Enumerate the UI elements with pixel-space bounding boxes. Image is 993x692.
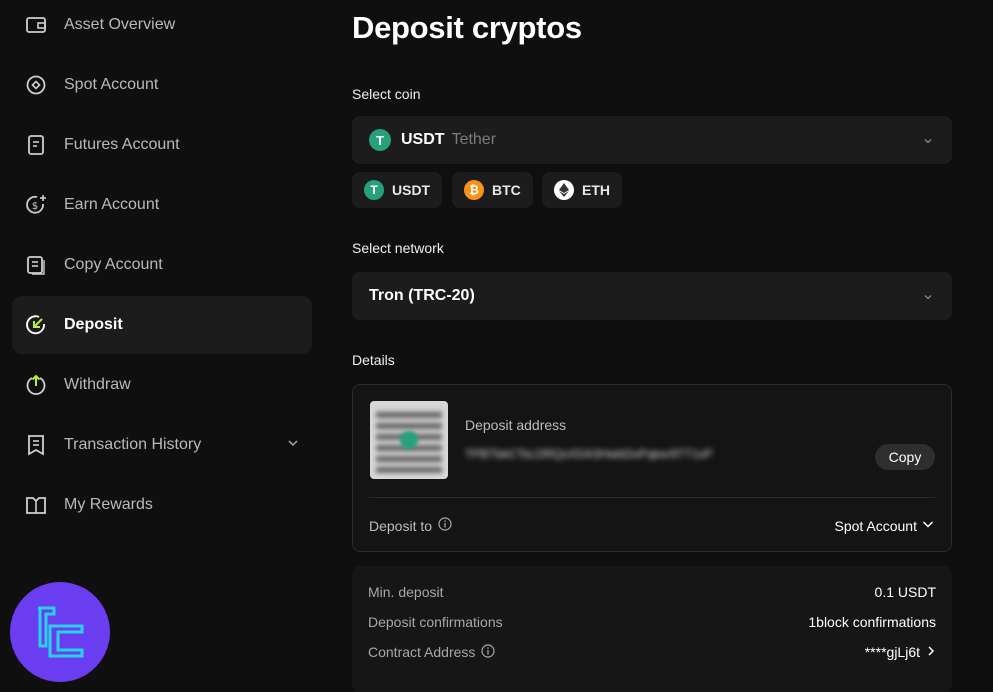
select-network-label: Select network: [352, 240, 444, 256]
svg-text:$: $: [32, 201, 38, 212]
sidebar-item-label: Withdraw: [64, 376, 131, 393]
contract-address-link[interactable]: ****gjLj6t: [865, 644, 936, 661]
usdt-icon: T: [364, 180, 384, 200]
contract-address-value: ****gjLj6t: [864, 644, 920, 660]
sidebar-item-earn-account[interactable]: $ Earn Account: [12, 176, 312, 234]
min-deposit-value: 0.1 USDT: [874, 584, 936, 600]
rewards-icon: [24, 493, 48, 517]
sidebar-item-label: Copy Account: [64, 256, 163, 273]
divider: [369, 497, 935, 498]
sidebar-item-label: Spot Account: [64, 76, 159, 93]
sidebar-item-asset-overview[interactable]: Asset Overview: [12, 0, 312, 54]
coin-plus-icon: $: [24, 193, 48, 217]
sidebar-item-futures-account[interactable]: Futures Account: [12, 116, 312, 174]
select-coin-label: Select coin: [352, 86, 421, 102]
details-label: Details: [352, 352, 395, 368]
eth-icon: [554, 180, 574, 200]
deposit-to-value: Spot Account: [834, 517, 917, 534]
coin-chip-btc[interactable]: ₿ BTC: [452, 172, 533, 208]
coin-chip-eth[interactable]: ETH: [542, 172, 622, 208]
sidebar-item-label: My Rewards: [64, 496, 153, 513]
deposit-qr-code[interactable]: [370, 401, 448, 479]
info-icon[interactable]: [438, 517, 452, 534]
network-value: Tron (TRC-20): [369, 287, 475, 304]
page-title: Deposit cryptos: [352, 10, 582, 45]
contract-address-text: Contract Address: [368, 644, 476, 660]
receipt-icon: [24, 433, 48, 457]
coin-select[interactable]: T USDT Tether: [352, 116, 952, 164]
document-icon: [24, 133, 48, 157]
sidebar-item-copy-account[interactable]: Copy Account: [12, 236, 312, 294]
deposit-to-label: Deposit to: [369, 517, 452, 534]
chevron-down-icon: [922, 134, 934, 152]
deposit-address-value[interactable]: TPBTbkCTsLDRQsXDA3HwbDoPqbsr9TT1xP: [465, 447, 712, 461]
chevron-down-icon[interactable]: [286, 436, 300, 455]
chip-label: BTC: [492, 182, 521, 198]
sidebar-item-label: Earn Account: [64, 196, 160, 213]
sidebar-item-withdraw[interactable]: Withdraw: [12, 356, 312, 414]
sidebar-item-label: Deposit: [64, 316, 123, 333]
sidebar-item-spot-account[interactable]: Spot Account: [12, 56, 312, 114]
deposit-to-select[interactable]: Spot Account: [834, 517, 935, 534]
usdt-icon: T: [369, 129, 391, 151]
confirmations-label: Deposit confirmations: [368, 614, 503, 630]
contract-address-label: Contract Address: [368, 643, 495, 661]
wallet-icon: [24, 13, 48, 37]
withdraw-icon: [24, 373, 48, 397]
coin-name: Tether: [451, 131, 497, 148]
deposit-info-panel: Min. deposit 0.1 USDT Deposit confirmati…: [352, 566, 952, 692]
chip-label: USDT: [392, 182, 431, 198]
brand-logo: [10, 582, 110, 682]
sidebar-item-my-rewards[interactable]: My Rewards: [12, 476, 312, 534]
copy-button[interactable]: Copy: [875, 444, 935, 470]
contract-address-row: Contract Address ****gjLj6t: [368, 642, 936, 662]
sidebar-item-label: Transaction History: [64, 436, 202, 453]
network-select[interactable]: Tron (TRC-20): [352, 272, 952, 320]
info-icon[interactable]: [481, 643, 495, 661]
chip-label: ETH: [582, 182, 610, 198]
deposit-panel: Deposit cryptos Select coin T USDT Tethe…: [352, 0, 952, 692]
coin-symbol: USDT: [401, 131, 445, 148]
deposit-address-label: Deposit address: [465, 417, 567, 433]
confirmations-value: 1block confirmations: [808, 614, 936, 630]
deposit-details-card: Deposit address TPBTbkCTsLDRQsXDA3HwbDoP…: [352, 384, 952, 552]
chevron-down-icon: [921, 517, 935, 534]
coin-chip-usdt[interactable]: T USDT: [352, 172, 443, 208]
sidebar-item-label: Asset Overview: [64, 16, 176, 33]
btc-icon: ₿: [464, 180, 484, 200]
sidebar-item-transaction-history[interactable]: Transaction History: [12, 416, 312, 474]
target-icon: [24, 73, 48, 97]
deposit-to-text: Deposit to: [369, 517, 433, 534]
min-deposit-row: Min. deposit 0.1 USDT: [368, 582, 936, 602]
sidebar-item-deposit[interactable]: Deposit: [12, 296, 312, 354]
chevron-down-icon: [922, 290, 934, 308]
confirmations-row: Deposit confirmations 1block confirmatio…: [368, 612, 936, 632]
deposit-icon: [24, 313, 48, 337]
chevron-right-icon: [926, 644, 936, 661]
sidebar-item-label: Futures Account: [64, 136, 180, 153]
copy-doc-icon: [24, 253, 48, 277]
min-deposit-label: Min. deposit: [368, 584, 444, 600]
sidebar: Asset Overview Spot Account Futures Acco…: [0, 0, 322, 692]
